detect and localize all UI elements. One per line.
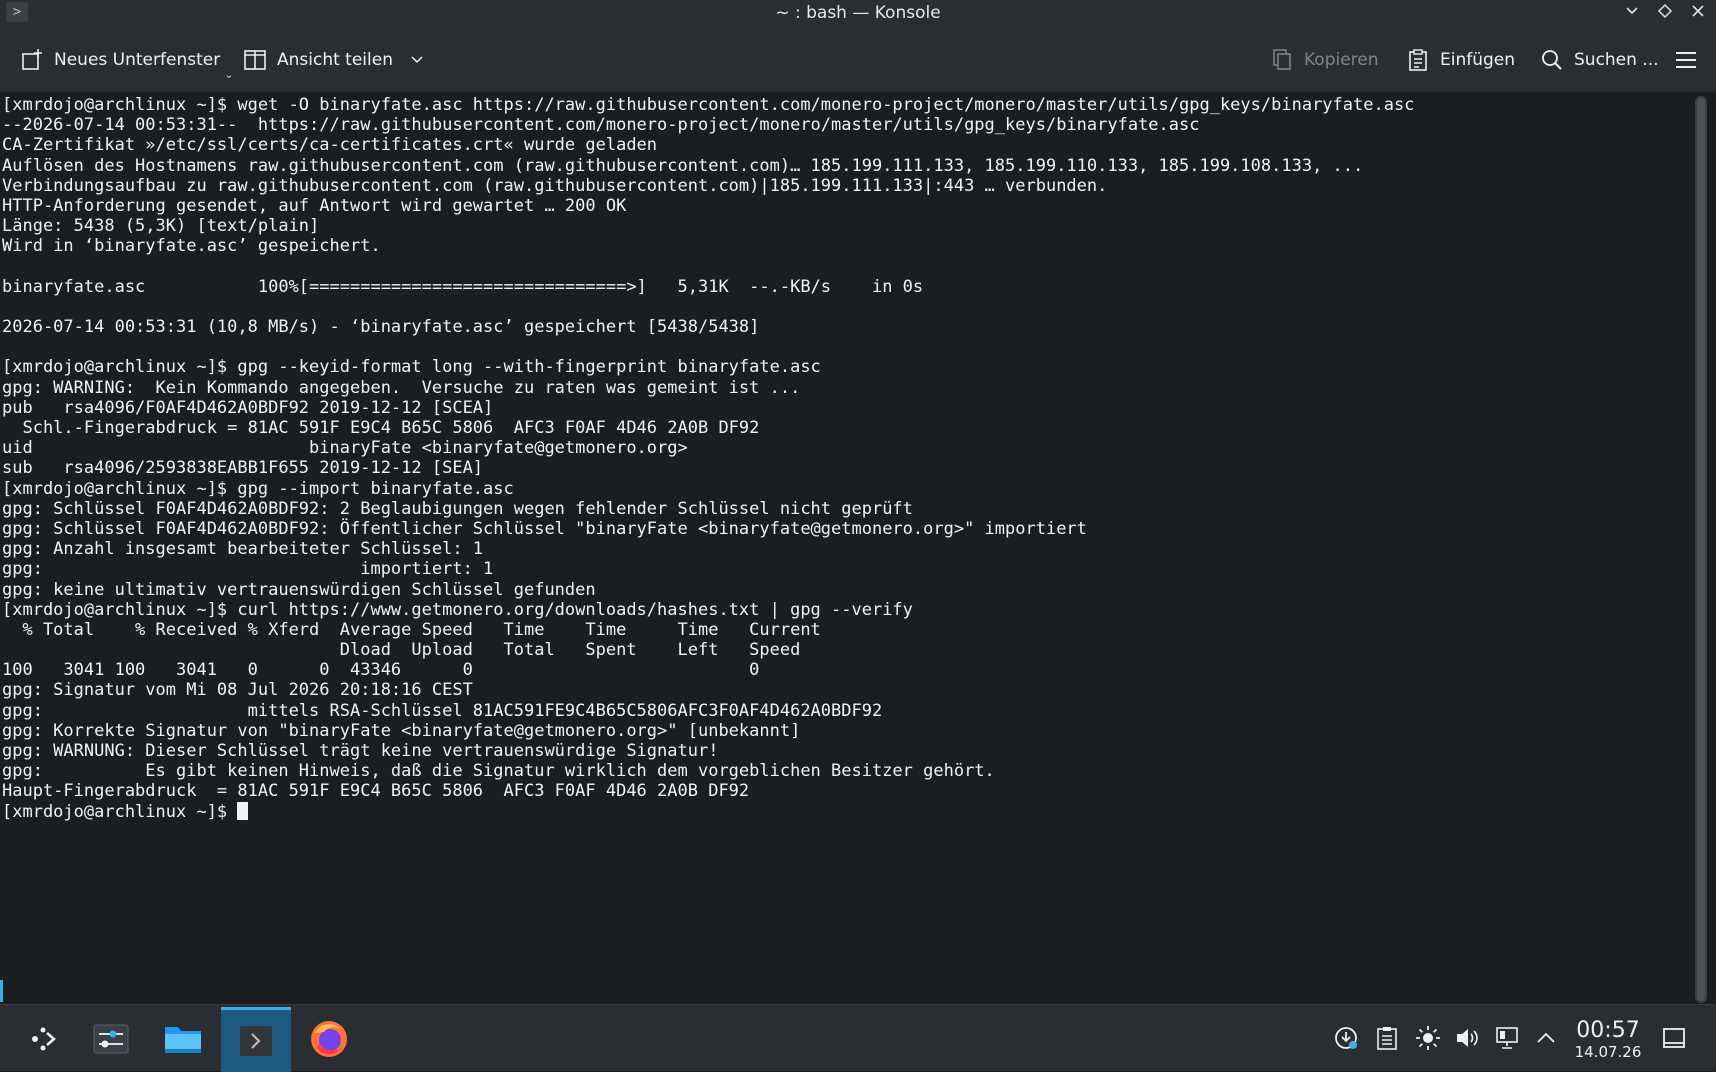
search-button[interactable]: Suchen ... — [1540, 38, 1659, 82]
digital-clock[interactable]: 00:57 14.07.26 — [1568, 1018, 1648, 1062]
application-launcher-icon[interactable] — [8, 1009, 78, 1069]
file-manager-icon[interactable] — [148, 1009, 218, 1069]
terminal-line: Verbindungsaufbau zu raw.githubuserconte… — [2, 175, 1108, 196]
terminal-line: Wird in ‘binaryfate.asc’ gespeichert. — [2, 236, 381, 257]
clock-time: 00:57 — [1576, 1018, 1640, 1043]
terminal-line: 2026-07-14 00:53:31 (10,8 MB/s) - ‘binar… — [2, 317, 760, 338]
search-label: Suchen ... — [1574, 50, 1659, 70]
terminal-line: Schl.-Fingerabdruck = 81AC 591F E9C4 B65… — [2, 418, 760, 438]
copy-label: Kopieren — [1304, 50, 1379, 70]
hamburger-menu-icon — [1676, 52, 1696, 68]
title-bar: > ~ : bash — Konsole — [0, 0, 1716, 28]
terminal-line: [xmrdojo@archlinux ~]$ gpg --import bina… — [2, 478, 514, 499]
terminal-line: gpg: WARNING: Kein Kommando angegeben. V… — [2, 377, 801, 398]
split-view-chevron-down-icon[interactable] — [409, 52, 425, 68]
terminal-line: gpg: importiert: 1 — [2, 559, 494, 580]
tray-expand-icon[interactable] — [1531, 1023, 1561, 1053]
split-view-label: Ansicht teilen — [277, 50, 393, 70]
terminal-line: [xmrdojo@archlinux ~]$ wget -O binaryfat… — [2, 95, 1415, 115]
update-icon[interactable] — [1331, 1023, 1361, 1053]
split-view-button[interactable]: Ansicht teilen — [243, 38, 425, 82]
minimize-icon[interactable] — [1619, 2, 1645, 26]
terminal-scrollbar-handle[interactable] — [1697, 98, 1705, 1001]
shell-prompt: [xmrdojo@archlinux ~]$ — [2, 801, 238, 822]
maximize-icon[interactable] — [1652, 2, 1678, 26]
system-settings-icon[interactable] — [76, 1009, 146, 1069]
copy-icon — [1273, 49, 1291, 70]
brightness-icon[interactable] — [1413, 1023, 1443, 1053]
terminal-line: gpg: WARNUNG: Dieser Schlüssel trägt kei… — [2, 741, 719, 761]
new-tab-button[interactable]: Neues Unterfenster ⌄ — [20, 38, 233, 82]
terminal-line: binaryfate.asc 100%[====================… — [2, 276, 924, 297]
split-view-icon — [244, 50, 266, 70]
close-icon[interactable] — [1685, 2, 1711, 26]
terminal-line: gpg: keine ultimativ vertrauenswürdigen … — [2, 579, 596, 600]
paste-button[interactable]: Einfügen — [1406, 38, 1515, 82]
hamburger-menu-button[interactable] — [1674, 38, 1698, 82]
terminal-line: Dload Upload Total Spent Left Speed — [2, 640, 801, 661]
terminal-line: gpg: mittels RSA-Schlüssel 81AC591FE9C4B… — [2, 700, 883, 721]
new-tab-label: Neues Unterfenster — [54, 50, 221, 70]
show-desktop-icon[interactable] — [1659, 1023, 1689, 1053]
terminal-line: % Total % Received % Xferd Average Speed… — [2, 619, 821, 640]
network-icon[interactable] — [1493, 1023, 1523, 1053]
search-icon — [1542, 50, 1562, 70]
copy-button[interactable]: Kopieren — [1270, 38, 1379, 82]
terminal-line: gpg: Schlüssel F0AF4D462A0BDF92: Öffentl… — [2, 518, 1087, 539]
terminal-output: [xmrdojo@archlinux ~]$ wget -O binaryfat… — [2, 95, 1414, 822]
paste-label: Einfügen — [1440, 50, 1516, 70]
terminal-line: gpg: Signatur vom Mi 08 Jul 2026 20:18:1… — [2, 680, 473, 701]
window-title: ~ : bash — Konsole — [775, 3, 941, 23]
terminal-line: --2026-07-14 00:53:31-- https://raw.gith… — [2, 115, 1200, 136]
new-tab-icon — [22, 49, 42, 70]
terminal-line: Länge: 5438 (5,3K) [text/plain] — [2, 216, 320, 237]
terminal-line: [xmrdojo@archlinux ~]$ curl https://www.… — [2, 599, 913, 620]
terminal-line: Haupt-Fingerabdruck = 81AC 591F E9C4 B65… — [2, 781, 750, 802]
konsole-toolbar: Neues Unterfenster ⌄ Ansicht teilen Kopi… — [0, 28, 1716, 93]
volume-icon[interactable] — [1452, 1023, 1482, 1053]
terminal-line: gpg: Anzahl insgesamt bearbeiteter Schlü… — [2, 539, 484, 560]
clipboard-icon[interactable] — [1372, 1023, 1402, 1053]
terminal-line: pub rsa4096/F0AF4D462A0BDF92 2019-12-12 … — [2, 397, 494, 418]
text-cursor — [237, 801, 249, 820]
terminal-line: HTTP-Anforderung gesendet, auf Antwort w… — [2, 195, 627, 216]
terminal-line: gpg: Es gibt keinen Hinweis, daß die Sig… — [2, 761, 995, 782]
paste-icon — [1409, 49, 1427, 71]
terminal-icon[interactable] — [221, 1007, 291, 1072]
terminal-line: CA-Zertifikat »/etc/ssl/certs/ca-certifi… — [2, 135, 658, 156]
new-tab-dropdown-icon[interactable]: ⌄ — [224, 68, 233, 81]
panel-edge-marker — [0, 980, 3, 1002]
clock-date: 14.07.26 — [1574, 1043, 1642, 1061]
terminal-line: uid binaryFate <binaryfate@getmonero.org… — [2, 438, 688, 459]
terminal-prompt-line[interactable]: [xmrdojo@archlinux ~]$ — [2, 801, 1414, 822]
terminal-line: gpg: Korrekte Signatur von "binaryFate <… — [2, 720, 801, 741]
terminal-line: gpg: Schlüssel F0AF4D462A0BDF92: 2 Begla… — [2, 498, 913, 519]
taskbar: 00:57 14.07.26 — [0, 1004, 1716, 1072]
terminal-view[interactable]: [xmrdojo@archlinux ~]$ wget -O binaryfat… — [0, 93, 1690, 1003]
terminal-line: sub rsa4096/2593838EABB1F655 2019-12-12 … — [2, 458, 484, 479]
terminal-line: 100 3041 100 3041 0 0 43346 0 0 — [2, 660, 760, 681]
firefox-icon[interactable] — [294, 1009, 364, 1069]
terminal-line: Auflösen des Hostnamens raw.githubuserco… — [2, 155, 1364, 176]
terminal-line: [xmrdojo@archlinux ~]$ gpg --keyid-forma… — [2, 357, 821, 378]
